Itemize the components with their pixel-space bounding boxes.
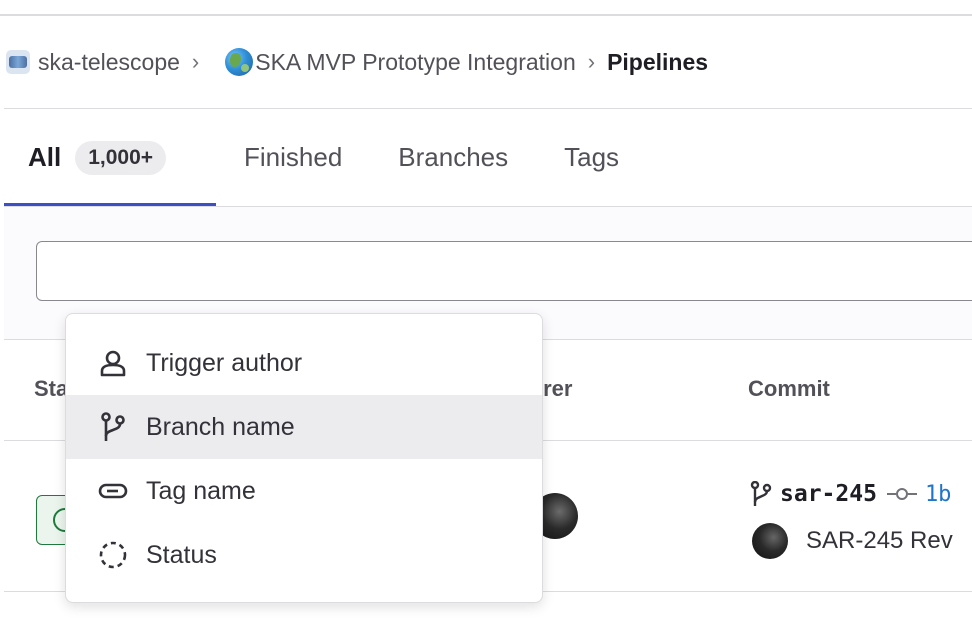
tab-tags-label: Tags: [564, 142, 620, 172]
filter-search-input[interactable]: [36, 241, 972, 301]
tab-all-count-badge: 1,000+: [75, 140, 167, 175]
breadcrumb: ska-telescope › SKA MVP Prototype Integr…: [0, 40, 708, 84]
commit-message-line: SAR-245 Rev: [752, 523, 953, 559]
column-header-commit: Commit: [748, 376, 830, 401]
dropdown-item-trigger-author[interactable]: Trigger author: [66, 331, 542, 395]
tab-tags[interactable]: Tags: [536, 112, 647, 206]
dropdown-item-label: Trigger author: [146, 348, 303, 377]
dropdown-item-label: Status: [146, 540, 217, 569]
tag-icon: [98, 476, 128, 506]
commit-ref: sar-245 1b: [750, 481, 951, 507]
breadcrumb-current-page: Pipelines: [607, 48, 709, 75]
commit-sha-link[interactable]: 1b: [925, 482, 952, 507]
filter-token-dropdown: Trigger author Branch name Tag name Stat…: [65, 313, 543, 603]
chevron-right-icon: ›: [191, 49, 200, 74]
branch-icon: [750, 481, 772, 506]
breadcrumb-item-project[interactable]: SKA MVP Prototype Integration: [211, 48, 576, 76]
ska-telescope-avatar: [6, 50, 30, 74]
tab-finished[interactable]: Finished: [216, 112, 370, 206]
breadcrumb-group-label[interactable]: ska-telescope: [38, 49, 180, 76]
globe-avatar: [225, 48, 254, 76]
tab-all-label: All: [28, 142, 62, 172]
branch-name-link[interactable]: sar-245: [780, 481, 877, 507]
breadcrumb-project-label[interactable]: SKA MVP Prototype Integration: [255, 49, 575, 76]
column-header-status: Sta: [34, 376, 69, 401]
dropdown-item-tag-name[interactable]: Tag name: [66, 459, 542, 523]
dropdown-item-status[interactable]: Status: [66, 523, 542, 587]
chevron-right-icon: ›: [587, 49, 596, 74]
tab-finished-label: Finished: [244, 142, 343, 172]
avatar[interactable]: [752, 523, 788, 559]
commit-icon: [886, 488, 917, 500]
tab-branches[interactable]: Branches: [370, 112, 536, 206]
tab-branches-label: Branches: [398, 142, 509, 172]
branch-icon: [98, 412, 128, 442]
dropdown-item-label: Branch name: [146, 412, 295, 441]
divider: [4, 108, 972, 109]
user-icon: [98, 348, 128, 378]
commit-message-link[interactable]: SAR-245 Rev: [806, 527, 953, 555]
status-icon: [98, 540, 128, 570]
dropdown-item-label: Tag name: [146, 476, 256, 505]
breadcrumb-item-group[interactable]: ska-telescope: [0, 49, 180, 76]
dropdown-item-branch-name[interactable]: Branch name: [66, 395, 542, 459]
pipeline-tabs: All 1,000+ Finished Branches Tags: [4, 110, 647, 206]
tab-all[interactable]: All 1,000+: [4, 112, 216, 206]
top-bar: [0, 0, 972, 16]
